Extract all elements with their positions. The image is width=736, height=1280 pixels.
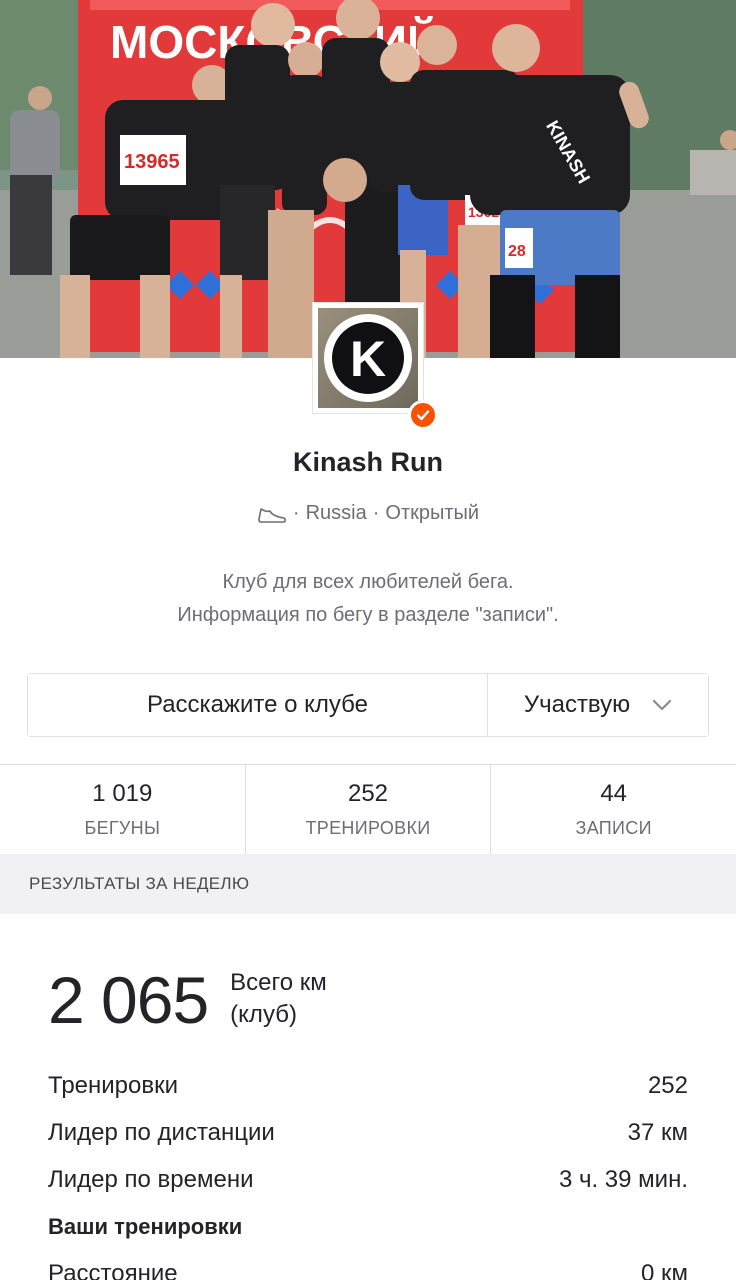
weekly-results-heading: РЕЗУЛЬТАТЫ ЗА НЕДЕЛЮ	[0, 854, 736, 914]
club-description: Клуб для всех любителей бега. Информация…	[0, 566, 736, 632]
club-name: Kinash Run	[292, 447, 443, 477]
weekly-total: 2 065 Всего км (клуб)	[48, 962, 327, 1038]
row-label: Тренировки	[48, 1071, 179, 1099]
meta-separator: ·	[292, 502, 300, 524]
stat-label: БЕГУНЫ	[84, 818, 161, 838]
row-value: 0 км	[640, 1259, 688, 1280]
club-avatar[interactable]: K	[312, 302, 424, 414]
running-shoe-icon	[257, 503, 287, 525]
stat-runners[interactable]: 1 019 БЕГУНЫ	[0, 765, 246, 854]
subhead-label: Ваши тренировки	[48, 1213, 243, 1239]
description-line: Информация по бегу в разделе "записи".	[177, 604, 559, 626]
club-privacy: Открытый	[385, 502, 480, 524]
club-location: Russia	[305, 502, 367, 524]
club-meta: · Russia · Открытый	[0, 502, 736, 525]
weekly-row-distance-leader[interactable]: Лидер по дистанции 37 км	[48, 1109, 688, 1156]
total-label-line: Всего км	[230, 969, 327, 996]
your-workouts-heading: Ваши тренировки	[48, 1203, 688, 1250]
weekly-row-time-leader[interactable]: Лидер по времени 3 ч. 39 мин.	[48, 1156, 688, 1203]
total-km-value: 2 065	[48, 963, 209, 1037]
stat-workouts[interactable]: 252 ТРЕНИРОВКИ	[246, 765, 492, 854]
row-value: 3 ч. 39 мин.	[558, 1165, 688, 1193]
row-value: 252	[647, 1071, 688, 1099]
weekly-stats-list: Тренировки 252 Лидер по дистанции 37 км …	[48, 1062, 688, 1280]
club-actions: Расскажите о клубе Участвую	[27, 673, 709, 737]
row-label: Лидер по времени	[48, 1165, 254, 1193]
row-label: Лидер по дистанции	[48, 1118, 275, 1146]
stat-label: ТРЕНИРОВКИ	[305, 818, 431, 838]
join-dropdown-button[interactable]: Участвую	[488, 674, 708, 736]
bib-number: 28	[508, 243, 526, 260]
meta-separator: ·	[372, 502, 380, 524]
logo-letter: K	[350, 331, 386, 387]
row-label: Расстояние	[48, 1259, 178, 1280]
weekly-row-workouts: Тренировки 252	[48, 1062, 688, 1109]
total-label-line: (клуб)	[230, 1001, 297, 1028]
join-label: Участвую	[523, 691, 631, 718]
club-logo: K	[318, 308, 418, 408]
total-km-label: Всего км (клуб)	[230, 967, 327, 1031]
your-row-distance: Расстояние 0 км	[48, 1250, 688, 1280]
row-value: 37 км	[627, 1118, 688, 1146]
tell-about-club-button[interactable]: Расскажите о клубе	[28, 674, 488, 736]
stat-value: 1 019	[92, 780, 153, 807]
club-stats: 1 019 БЕГУНЫ 252 ТРЕНИРОВКИ 44 ЗАПИСИ	[0, 764, 736, 854]
stat-value: 44	[600, 780, 628, 807]
description-line: Клуб для всех любителей бега.	[222, 571, 514, 593]
stat-value: 252	[347, 780, 389, 807]
stat-posts[interactable]: 44 ЗАПИСИ	[491, 765, 736, 854]
chevron-down-icon	[652, 699, 672, 711]
bib-number: 13965	[124, 151, 180, 173]
stat-label: ЗАПИСИ	[575, 818, 652, 838]
verified-badge-icon	[408, 400, 438, 430]
